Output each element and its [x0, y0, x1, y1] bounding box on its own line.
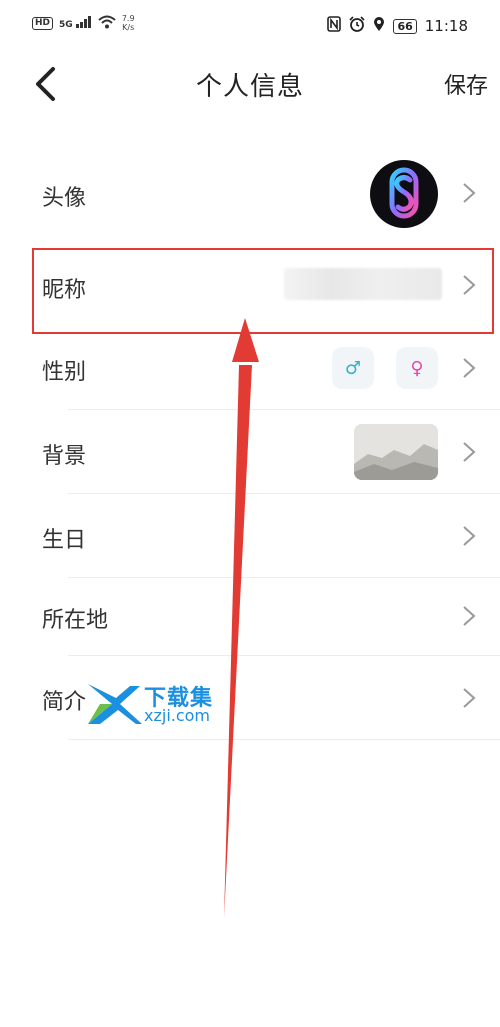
row-location-label: 所在地	[42, 608, 109, 633]
row-gender-label: 性别	[42, 360, 87, 385]
battery-icon: 66	[393, 18, 417, 34]
save-button[interactable]: 保存	[444, 68, 488, 100]
male-icon: ♂	[344, 357, 362, 379]
chevron-right-icon	[463, 606, 476, 626]
background-thumbnail[interactable]	[354, 424, 438, 480]
alarm-icon	[349, 16, 366, 36]
row-gender[interactable]: 性别 ♂ ♀	[0, 326, 500, 410]
row-nickname-label: 昵称	[42, 278, 87, 303]
chevron-right-icon	[463, 275, 476, 295]
hd-icon: HD	[32, 16, 54, 30]
row-location[interactable]: 所在地	[0, 578, 500, 656]
nickname-value-blurred	[284, 268, 442, 300]
row-background-label: 背景	[42, 444, 87, 469]
chevron-right-icon	[463, 442, 476, 462]
status-left: HD 5G 7.9 K/s	[32, 14, 135, 32]
row-avatar-label: 头像	[42, 186, 87, 211]
chevron-right-icon	[463, 358, 476, 378]
page-title: 个人信息	[195, 72, 304, 102]
net-speed-unit: K/s	[122, 23, 135, 32]
row-nickname[interactable]: 昵称	[0, 240, 500, 334]
row-birthday-label: 生日	[42, 528, 87, 553]
row-divider	[68, 739, 500, 740]
net-speed: 7.9 K/s	[122, 14, 135, 32]
status-bar: HD 5G 7.9 K/s 66 11:18	[0, 0, 500, 56]
watermark-x-icon	[88, 684, 142, 724]
row-birthday[interactable]: 生日	[0, 494, 500, 578]
chevron-right-icon	[463, 183, 476, 203]
clock: 11:18	[424, 17, 468, 35]
watermark-logo: 下载集 xzji.com	[86, 682, 236, 726]
wifi-icon	[98, 15, 116, 32]
landscape-image	[354, 424, 438, 480]
chevron-right-icon	[463, 688, 476, 708]
avatar[interactable]	[370, 160, 438, 228]
status-right: 66 11:18	[327, 16, 468, 36]
female-icon: ♀	[410, 357, 424, 379]
chevron-right-icon	[463, 526, 476, 546]
location-icon	[373, 16, 385, 36]
signal-label: 5G	[59, 20, 73, 30]
avatar-logo-icon	[389, 167, 419, 225]
row-avatar[interactable]: 头像	[0, 148, 500, 240]
male-button[interactable]: ♂	[332, 347, 374, 389]
row-bio-label: 简介	[42, 690, 87, 715]
row-background[interactable]: 背景	[0, 410, 500, 494]
row-bio[interactable]: 简介	[0, 656, 500, 740]
female-button[interactable]: ♀	[396, 347, 438, 389]
net-speed-value: 7.9	[121, 14, 135, 23]
signal-icon: 5G	[59, 16, 92, 30]
nav-header: 个人信息 保存	[0, 56, 500, 110]
nfc-icon	[327, 16, 342, 36]
watermark-en: xzji.com	[144, 706, 211, 725]
